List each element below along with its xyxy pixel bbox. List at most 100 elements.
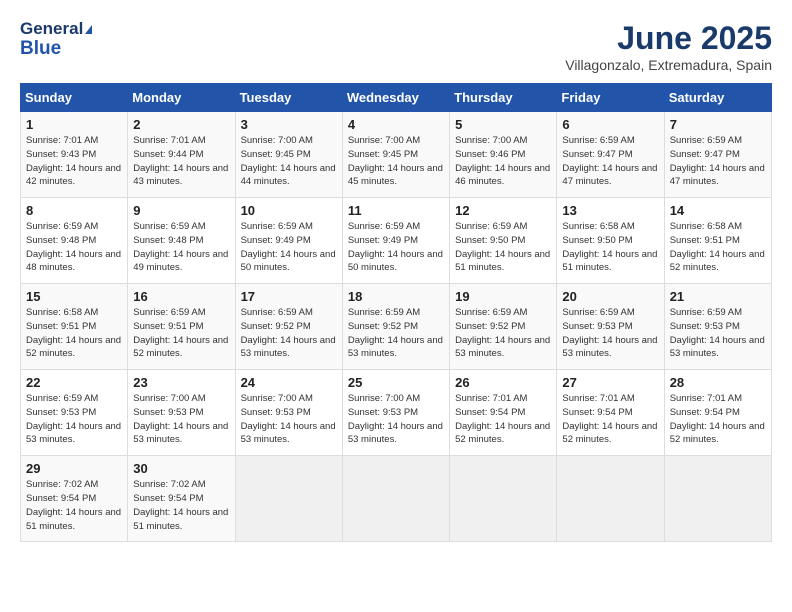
table-row: 17 Sunrise: 6:59 AM Sunset: 9:52 PM Dayl… — [235, 284, 342, 370]
table-row: 11 Sunrise: 6:59 AM Sunset: 9:49 PM Dayl… — [342, 198, 449, 284]
table-row: 29 Sunrise: 7:02 AM Sunset: 9:54 PM Dayl… — [21, 456, 128, 542]
day-info: Sunrise: 6:59 AM Sunset: 9:51 PM Dayligh… — [133, 306, 229, 361]
page-header: General Blue June 2025 Villagonzalo, Ext… — [20, 20, 772, 73]
day-number: 24 — [241, 375, 337, 390]
day-number: 22 — [26, 375, 122, 390]
table-row: 26 Sunrise: 7:01 AM Sunset: 9:54 PM Dayl… — [450, 370, 557, 456]
day-number: 15 — [26, 289, 122, 304]
day-number: 27 — [562, 375, 658, 390]
day-info: Sunrise: 6:58 AM Sunset: 9:51 PM Dayligh… — [26, 306, 122, 361]
table-row: 13 Sunrise: 6:58 AM Sunset: 9:50 PM Dayl… — [557, 198, 664, 284]
col-sunday: Sunday — [21, 84, 128, 112]
table-row: 6 Sunrise: 6:59 AM Sunset: 9:47 PM Dayli… — [557, 112, 664, 198]
table-row — [235, 456, 342, 542]
table-row: 1 Sunrise: 7:01 AM Sunset: 9:43 PM Dayli… — [21, 112, 128, 198]
table-row: 7 Sunrise: 6:59 AM Sunset: 9:47 PM Dayli… — [664, 112, 771, 198]
day-info: Sunrise: 6:59 AM Sunset: 9:52 PM Dayligh… — [455, 306, 551, 361]
day-number: 13 — [562, 203, 658, 218]
col-thursday: Thursday — [450, 84, 557, 112]
table-row — [342, 456, 449, 542]
table-row: 15 Sunrise: 6:58 AM Sunset: 9:51 PM Dayl… — [21, 284, 128, 370]
day-number: 20 — [562, 289, 658, 304]
day-number: 5 — [455, 117, 551, 132]
table-row: 21 Sunrise: 6:59 AM Sunset: 9:53 PM Dayl… — [664, 284, 771, 370]
col-tuesday: Tuesday — [235, 84, 342, 112]
day-info: Sunrise: 7:01 AM Sunset: 9:43 PM Dayligh… — [26, 134, 122, 189]
day-info: Sunrise: 6:59 AM Sunset: 9:49 PM Dayligh… — [241, 220, 337, 275]
day-number: 10 — [241, 203, 337, 218]
day-info: Sunrise: 6:59 AM Sunset: 9:48 PM Dayligh… — [133, 220, 229, 275]
day-info: Sunrise: 6:59 AM Sunset: 9:53 PM Dayligh… — [26, 392, 122, 447]
table-row: 25 Sunrise: 7:00 AM Sunset: 9:53 PM Dayl… — [342, 370, 449, 456]
day-number: 25 — [348, 375, 444, 390]
table-row: 23 Sunrise: 7:00 AM Sunset: 9:53 PM Dayl… — [128, 370, 235, 456]
table-row: 12 Sunrise: 6:59 AM Sunset: 9:50 PM Dayl… — [450, 198, 557, 284]
day-number: 18 — [348, 289, 444, 304]
table-row — [664, 456, 771, 542]
table-row: 9 Sunrise: 6:59 AM Sunset: 9:48 PM Dayli… — [128, 198, 235, 284]
day-info: Sunrise: 7:00 AM Sunset: 9:53 PM Dayligh… — [241, 392, 337, 447]
day-info: Sunrise: 6:59 AM Sunset: 9:47 PM Dayligh… — [562, 134, 658, 189]
day-number: 6 — [562, 117, 658, 132]
logo-blue-text: Blue — [20, 39, 92, 60]
table-row: 22 Sunrise: 6:59 AM Sunset: 9:53 PM Dayl… — [21, 370, 128, 456]
day-number: 2 — [133, 117, 229, 132]
month-title: June 2025 — [565, 20, 772, 57]
day-info: Sunrise: 7:02 AM Sunset: 9:54 PM Dayligh… — [26, 478, 122, 533]
table-row: 24 Sunrise: 7:00 AM Sunset: 9:53 PM Dayl… — [235, 370, 342, 456]
logo: General Blue — [20, 20, 92, 60]
day-info: Sunrise: 6:59 AM Sunset: 9:48 PM Dayligh… — [26, 220, 122, 275]
table-row — [450, 456, 557, 542]
day-number: 16 — [133, 289, 229, 304]
day-info: Sunrise: 7:00 AM Sunset: 9:45 PM Dayligh… — [348, 134, 444, 189]
day-info: Sunrise: 6:58 AM Sunset: 9:50 PM Dayligh… — [562, 220, 658, 275]
calendar-week-row: 22 Sunrise: 6:59 AM Sunset: 9:53 PM Dayl… — [21, 370, 772, 456]
day-number: 23 — [133, 375, 229, 390]
col-monday: Monday — [128, 84, 235, 112]
table-row — [557, 456, 664, 542]
day-info: Sunrise: 6:58 AM Sunset: 9:51 PM Dayligh… — [670, 220, 766, 275]
day-info: Sunrise: 7:00 AM Sunset: 9:53 PM Dayligh… — [133, 392, 229, 447]
logo-general-text: General — [20, 20, 92, 39]
day-info: Sunrise: 6:59 AM Sunset: 9:47 PM Dayligh… — [670, 134, 766, 189]
table-row: 19 Sunrise: 6:59 AM Sunset: 9:52 PM Dayl… — [450, 284, 557, 370]
col-friday: Friday — [557, 84, 664, 112]
day-number: 9 — [133, 203, 229, 218]
day-number: 21 — [670, 289, 766, 304]
table-row: 28 Sunrise: 7:01 AM Sunset: 9:54 PM Dayl… — [664, 370, 771, 456]
day-number: 14 — [670, 203, 766, 218]
table-row: 14 Sunrise: 6:58 AM Sunset: 9:51 PM Dayl… — [664, 198, 771, 284]
day-number: 4 — [348, 117, 444, 132]
calendar-header-row: Sunday Monday Tuesday Wednesday Thursday… — [21, 84, 772, 112]
table-row: 3 Sunrise: 7:00 AM Sunset: 9:45 PM Dayli… — [235, 112, 342, 198]
day-number: 11 — [348, 203, 444, 218]
day-number: 7 — [670, 117, 766, 132]
day-info: Sunrise: 7:00 AM Sunset: 9:46 PM Dayligh… — [455, 134, 551, 189]
day-info: Sunrise: 6:59 AM Sunset: 9:53 PM Dayligh… — [670, 306, 766, 361]
day-number: 29 — [26, 461, 122, 476]
table-row: 18 Sunrise: 6:59 AM Sunset: 9:52 PM Dayl… — [342, 284, 449, 370]
table-row: 4 Sunrise: 7:00 AM Sunset: 9:45 PM Dayli… — [342, 112, 449, 198]
calendar-week-row: 8 Sunrise: 6:59 AM Sunset: 9:48 PM Dayli… — [21, 198, 772, 284]
day-info: Sunrise: 6:59 AM Sunset: 9:50 PM Dayligh… — [455, 220, 551, 275]
table-row: 16 Sunrise: 6:59 AM Sunset: 9:51 PM Dayl… — [128, 284, 235, 370]
table-row: 5 Sunrise: 7:00 AM Sunset: 9:46 PM Dayli… — [450, 112, 557, 198]
day-number: 1 — [26, 117, 122, 132]
location-text: Villagonzalo, Extremadura, Spain — [565, 57, 772, 73]
day-info: Sunrise: 7:01 AM Sunset: 9:44 PM Dayligh… — [133, 134, 229, 189]
day-info: Sunrise: 6:59 AM Sunset: 9:53 PM Dayligh… — [562, 306, 658, 361]
table-row: 27 Sunrise: 7:01 AM Sunset: 9:54 PM Dayl… — [557, 370, 664, 456]
day-number: 19 — [455, 289, 551, 304]
day-info: Sunrise: 7:02 AM Sunset: 9:54 PM Dayligh… — [133, 478, 229, 533]
day-info: Sunrise: 7:00 AM Sunset: 9:53 PM Dayligh… — [348, 392, 444, 447]
day-info: Sunrise: 7:01 AM Sunset: 9:54 PM Dayligh… — [670, 392, 766, 447]
day-number: 28 — [670, 375, 766, 390]
calendar-week-row: 29 Sunrise: 7:02 AM Sunset: 9:54 PM Dayl… — [21, 456, 772, 542]
day-info: Sunrise: 6:59 AM Sunset: 9:52 PM Dayligh… — [241, 306, 337, 361]
calendar-table: Sunday Monday Tuesday Wednesday Thursday… — [20, 83, 772, 542]
day-number: 17 — [241, 289, 337, 304]
day-info: Sunrise: 6:59 AM Sunset: 9:52 PM Dayligh… — [348, 306, 444, 361]
day-number: 30 — [133, 461, 229, 476]
table-row: 2 Sunrise: 7:01 AM Sunset: 9:44 PM Dayli… — [128, 112, 235, 198]
day-number: 8 — [26, 203, 122, 218]
